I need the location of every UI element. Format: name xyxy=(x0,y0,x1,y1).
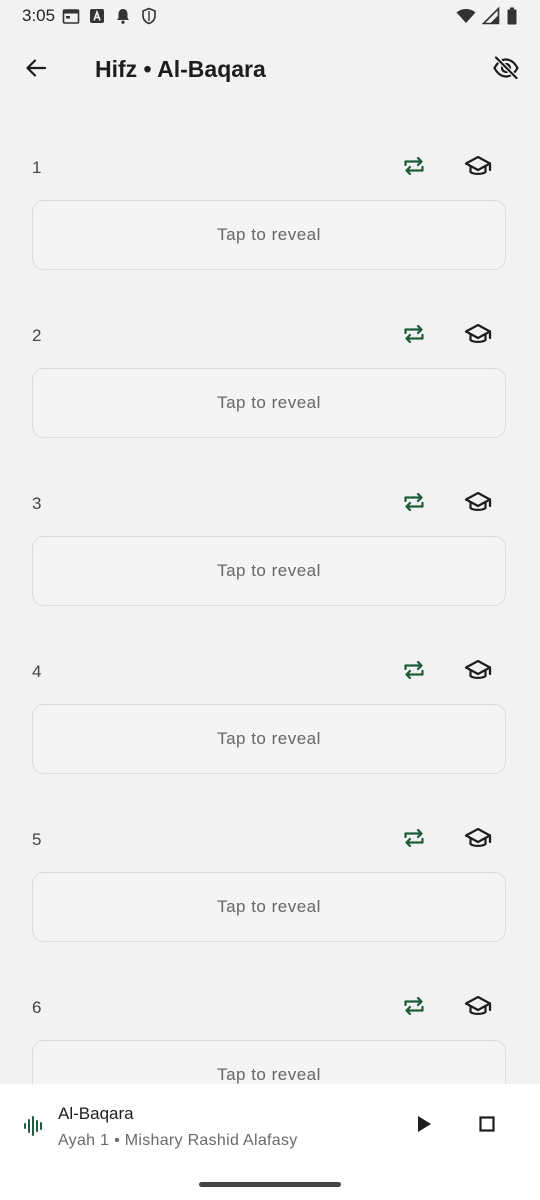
reveal-label: Tap to reveal xyxy=(217,1065,321,1084)
calendar-icon xyxy=(62,7,80,25)
graduation-cap-icon xyxy=(464,994,492,1023)
reveal-label: Tap to reveal xyxy=(217,897,321,916)
ayah-item: 2 Tap to reveal xyxy=(0,274,540,442)
arrow-back-icon xyxy=(24,56,48,85)
repeat-button[interactable] xyxy=(392,986,436,1030)
reveal-label: Tap to reveal xyxy=(217,225,321,244)
graduation-cap-icon xyxy=(464,658,492,687)
play-icon xyxy=(414,1114,434,1139)
wifi-icon xyxy=(456,7,476,25)
ayah-item: 5 Tap to reveal xyxy=(0,778,540,946)
repeat-icon xyxy=(402,994,426,1023)
reveal-card[interactable]: Tap to reveal xyxy=(32,536,506,606)
graduation-cap-icon xyxy=(464,826,492,855)
repeat-icon xyxy=(402,322,426,351)
learn-button[interactable] xyxy=(456,146,500,190)
learn-button[interactable] xyxy=(456,482,500,526)
play-button[interactable] xyxy=(402,1104,446,1148)
mini-player[interactable]: Al-Baqara Ayah 1 • Mishary Rashid Alafas… xyxy=(0,1084,540,1200)
ayah-list[interactable]: 1 Tap to reveal 2 Tap to reveal 3 Tap to… xyxy=(0,106,540,1084)
ayah-item: 6 Tap to reveal xyxy=(0,946,540,1084)
cell-signal-icon xyxy=(482,7,500,25)
screen: 3:05 Hifz • Al-Baqara 1 Tap to reveal 2 … xyxy=(0,0,540,1200)
reveal-label: Tap to reveal xyxy=(217,561,321,580)
reveal-label: Tap to reveal xyxy=(217,729,321,748)
player-subtitle: Ayah 1 • Mishary Rashid Alafasy xyxy=(58,1132,298,1149)
reveal-label: Tap to reveal xyxy=(217,393,321,412)
repeat-icon xyxy=(402,826,426,855)
shield-icon xyxy=(140,7,158,25)
ayah-number: 5 xyxy=(32,830,42,849)
learn-button[interactable] xyxy=(456,314,500,358)
repeat-icon xyxy=(402,154,426,183)
app-bar: Hifz • Al-Baqara xyxy=(0,34,540,106)
ayah-number: 1 xyxy=(32,158,42,177)
learn-button[interactable] xyxy=(456,818,500,862)
graduation-cap-icon xyxy=(464,322,492,351)
ayah-number: 6 xyxy=(32,998,42,1017)
bell-icon xyxy=(114,7,132,25)
ayah-number: 4 xyxy=(32,662,42,681)
graduation-cap-icon xyxy=(464,490,492,519)
repeat-button[interactable] xyxy=(392,314,436,358)
status-right-icons xyxy=(456,7,518,25)
reveal-card[interactable]: Tap to reveal xyxy=(32,872,506,942)
ayah-item: 1 Tap to reveal xyxy=(0,106,540,274)
ayah-item: 4 Tap to reveal xyxy=(0,610,540,778)
reveal-card[interactable]: Tap to reveal xyxy=(32,1040,506,1084)
page-title: Hifz • Al-Baqara xyxy=(95,56,266,82)
status-left-icons xyxy=(62,7,158,25)
ayah-number: 2 xyxy=(32,326,42,345)
audio-wave-icon xyxy=(22,1114,46,1143)
repeat-icon xyxy=(402,658,426,687)
repeat-button[interactable] xyxy=(392,482,436,526)
learn-button[interactable] xyxy=(456,650,500,694)
status-time: 3:05 xyxy=(22,6,56,25)
learn-button[interactable] xyxy=(456,986,500,1030)
stop-button[interactable] xyxy=(465,1104,509,1148)
ayah-item: 3 Tap to reveal xyxy=(0,442,540,610)
reveal-card[interactable]: Tap to reveal xyxy=(32,200,506,270)
ayah-number: 3 xyxy=(32,494,42,513)
home-indicator[interactable] xyxy=(199,1182,341,1187)
visibility-off-icon xyxy=(492,54,520,87)
graduation-cap-icon xyxy=(464,154,492,183)
repeat-button[interactable] xyxy=(392,650,436,694)
repeat-button[interactable] xyxy=(392,146,436,190)
repeat-icon xyxy=(402,490,426,519)
font-a-icon xyxy=(88,7,106,25)
repeat-button[interactable] xyxy=(392,818,436,862)
status-bar: 3:05 xyxy=(0,0,540,34)
back-button[interactable] xyxy=(14,48,58,92)
stop-icon xyxy=(478,1115,496,1138)
battery-icon xyxy=(506,7,518,25)
player-title: Al-Baqara xyxy=(58,1104,134,1123)
reveal-card[interactable]: Tap to reveal xyxy=(32,704,506,774)
reveal-card[interactable]: Tap to reveal xyxy=(32,368,506,438)
toggle-visibility-button[interactable] xyxy=(482,46,530,94)
